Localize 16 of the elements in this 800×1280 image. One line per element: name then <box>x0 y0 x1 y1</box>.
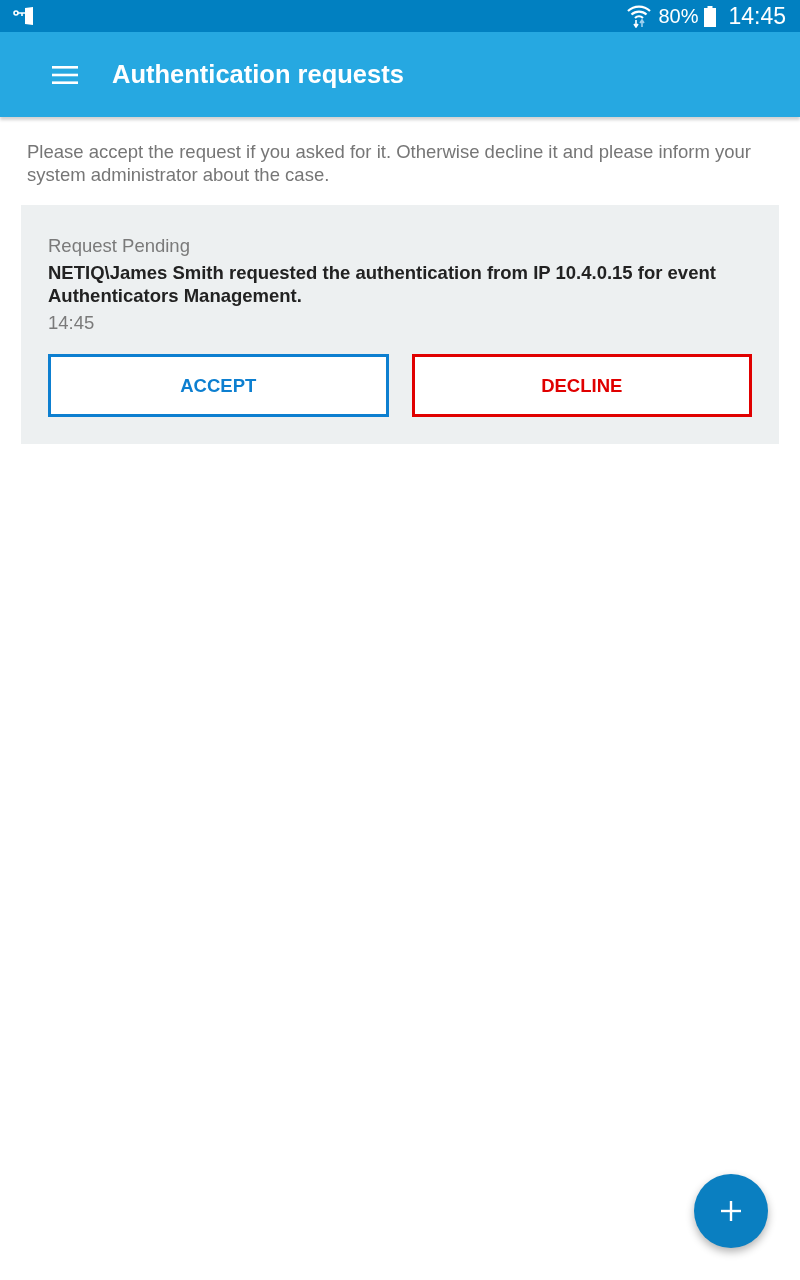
intro-text: Please accept the request if you asked for it. Otherwise decline it and please inform your system administrator about the case. <box>27 140 752 186</box>
menu-button[interactable] <box>52 64 78 85</box>
decline-button[interactable]: DECLINE <box>411 354 752 417</box>
accept-button[interactable]: ACCEPT <box>48 354 389 417</box>
request-status: Request Pending <box>48 234 190 257</box>
battery-percent: 80% <box>658 6 699 26</box>
wifi-icon <box>626 4 653 28</box>
key-door-icon <box>13 7 35 25</box>
add-button[interactable] <box>694 1174 768 1248</box>
request-message: NETIQ\James Smith requested the authentication from IP 10.4.0.15 for event Authenticators Management. <box>48 261 717 307</box>
request-time: 14:45 <box>48 311 95 334</box>
plus-icon <box>721 1201 741 1221</box>
status-time: 14:45 <box>728 4 786 28</box>
menu-icon <box>52 65 78 84</box>
app-bar-title: Authentication requests <box>112 60 404 89</box>
battery-icon <box>704 5 717 27</box>
